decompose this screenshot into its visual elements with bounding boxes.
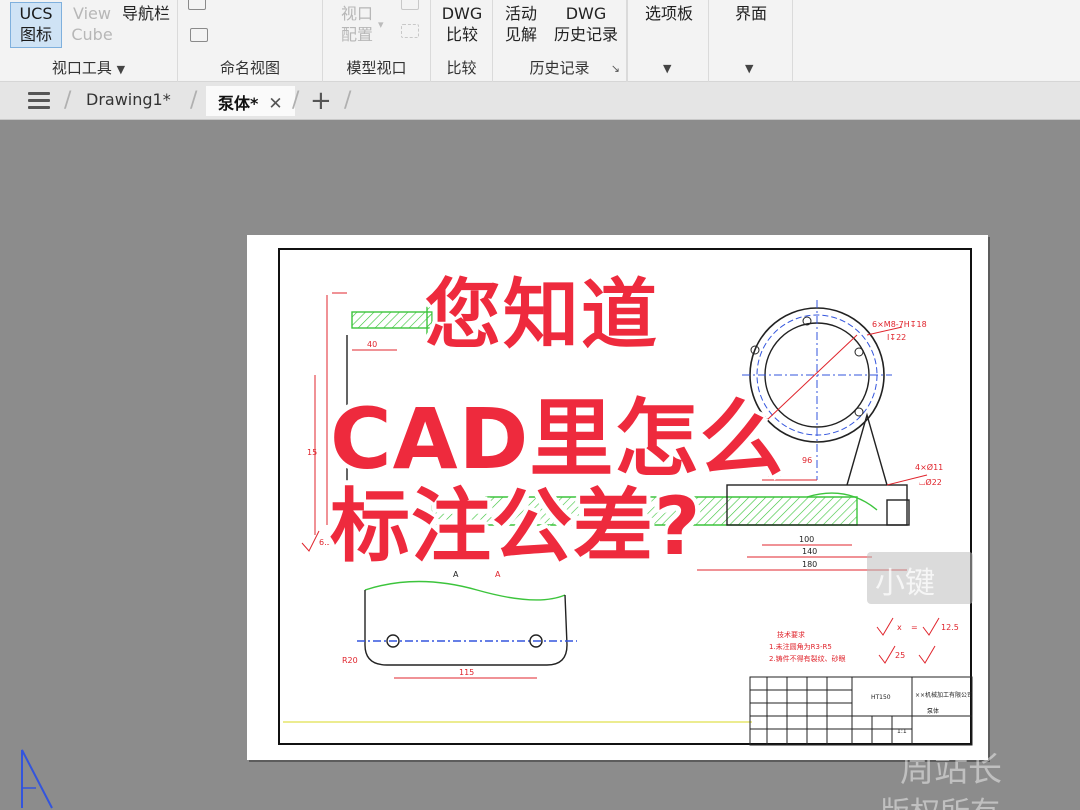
ribbon-group-palettes: 选项板 ▼	[627, 0, 709, 82]
tb-company: ××机械加工有限公司	[915, 691, 973, 699]
headline-line-3: 标注公差?	[330, 480, 702, 573]
section-body	[364, 590, 568, 666]
right-foot	[886, 499, 910, 526]
viewcube-button[interactable]: View Cube	[68, 3, 116, 45]
history-group-label: 历史记录	[529, 59, 590, 77]
viewport-config-button[interactable]: 视口 配置	[337, 3, 377, 45]
headline-line-1: 您知道	[425, 270, 659, 359]
dim-15: 15	[307, 448, 317, 457]
roughness-legend-c: 12.5	[941, 623, 959, 632]
view-manager-icon[interactable]	[188, 0, 206, 10]
hatch-upper-bar	[351, 311, 433, 329]
tab-separator: /	[292, 88, 300, 113]
tab-separator: /	[190, 88, 198, 113]
ribbon-group-interface: 界面 ▼	[709, 0, 793, 82]
tb-scale: 1:1	[897, 728, 907, 735]
author-watermark: 周站长	[900, 750, 1002, 790]
ucs-axis-icon	[21, 749, 53, 809]
ribbon: UCS 图标 View Cube 导航栏 视口工具 ▼ 命名视图 视口 配置 ▾…	[0, 0, 1080, 82]
ribbon-group-compare: DWG 比较 比较	[431, 0, 493, 82]
dim-115: 115	[459, 668, 474, 677]
ribbon-group-named-views: 命名视图	[178, 0, 323, 82]
dwg-history-button[interactable]: DWG 历史记录	[549, 3, 623, 45]
notes-line-1: 1.未注圆角为R3-R5	[769, 642, 832, 651]
roughness-legend-d: 25	[895, 651, 905, 660]
interface-button[interactable]: 界面	[727, 3, 775, 24]
section-top-curve	[364, 580, 566, 601]
named-views-group-label: 命名视图	[219, 59, 280, 77]
close-tab-icon[interactable]: ✕	[268, 94, 282, 114]
tab-separator: /	[64, 88, 72, 113]
viewport-tools-group-label[interactable]: 视口工具 ▼	[0, 57, 177, 78]
roughness-legend-b: =	[911, 623, 918, 632]
title-block-text: HT150 ××机械加工有限公司 泵体 1:1	[871, 691, 973, 735]
key-hint-watermark: 小键	[867, 552, 973, 604]
roughness-legend	[876, 617, 940, 664]
palettes-caret-icon[interactable]: ▼	[663, 62, 671, 75]
viewport-config-caret-icon: ▾	[378, 18, 384, 31]
new-view-icon[interactable]	[190, 28, 208, 42]
roughness-symbol	[301, 530, 320, 552]
tab-separator: /	[344, 88, 352, 113]
bolt-hole	[854, 407, 864, 417]
ribbon-group-history: 活动 见解 DWG 历史记录 历史记录 ↘	[493, 0, 627, 82]
dim-r20: R20	[342, 656, 358, 665]
rights-watermark: 版权所有	[880, 788, 1000, 810]
model-viewports-group-label: 模型视口	[346, 59, 407, 77]
tb-material: HT150	[871, 694, 891, 701]
notes-line-2: 2.铸件不得有裂纹、砂眼	[769, 654, 846, 663]
navigation-bar-button[interactable]: 导航栏	[118, 3, 174, 24]
support-rib	[846, 412, 888, 486]
tb-part-name: 泵体	[927, 707, 939, 715]
dwg-compare-button[interactable]: DWG 比较	[440, 3, 484, 45]
tab-pump-body-label: 泵体*	[218, 94, 259, 113]
holes-note-4: ⌴Ø22	[919, 477, 942, 487]
roughness-legend-a: x	[897, 623, 902, 632]
ucs-icon-button[interactable]: UCS 图标	[10, 2, 62, 48]
tab-pump-body[interactable]: 泵体* ✕	[206, 86, 295, 116]
hamburger-menu-icon[interactable]	[28, 92, 50, 109]
viewport-join-icon[interactable]	[401, 0, 419, 10]
file-tab-bar: / Drawing1* / 泵体* ✕ / + /	[0, 82, 1080, 120]
ribbon-group-model-viewports: 视口 配置 ▾ 模型视口	[323, 0, 431, 82]
viewport-restore-icon[interactable]	[401, 24, 419, 38]
activity-insights-button[interactable]: 活动 见解	[501, 3, 541, 45]
compare-group-label: 比较	[446, 59, 477, 77]
holes-note-3: 4×Ø11	[915, 462, 943, 472]
section-view-a	[357, 580, 577, 666]
notes-title: 技术要求	[777, 630, 805, 639]
dropdown-caret-icon: ▼	[116, 63, 126, 76]
dialog-launcher-icon[interactable]: ↘	[611, 62, 620, 75]
ribbon-group-viewport-tools: UCS 图标 View Cube 导航栏 视口工具 ▼	[0, 0, 178, 82]
new-tab-button[interactable]: +	[310, 86, 332, 116]
palettes-button[interactable]: 选项板	[638, 3, 700, 24]
tab-drawing1[interactable]: Drawing1*	[86, 90, 171, 109]
technical-notes: 技术要求 1.未注圆角为R3-R5 2.铸件不得有裂纹、砂眼	[769, 630, 846, 663]
interface-caret-icon[interactable]: ▼	[745, 62, 753, 75]
dim-40: 40	[367, 340, 377, 349]
